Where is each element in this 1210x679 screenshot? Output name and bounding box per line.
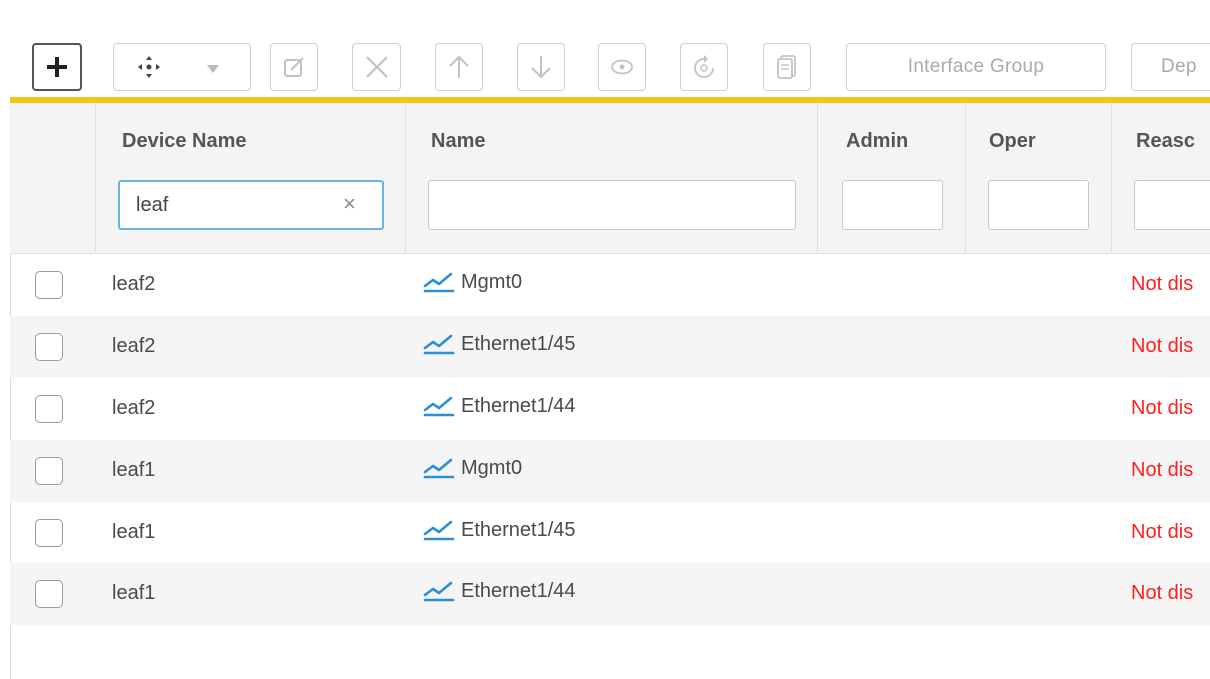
clear-icon[interactable]: × xyxy=(343,193,356,215)
reason-cell: Not dis xyxy=(1131,335,1194,357)
row-checkbox[interactable] xyxy=(35,271,63,299)
reason-cell: Not dis xyxy=(1131,521,1194,543)
move-down-button[interactable] xyxy=(517,43,565,91)
header-admin[interactable]: Admin xyxy=(846,130,908,153)
header-name[interactable]: Name xyxy=(431,130,485,153)
interface-name-cell[interactable]: Ethernet1/44 xyxy=(423,580,576,603)
oper-filter-input[interactable] xyxy=(988,180,1089,230)
interface-name-label: Ethernet1/44 xyxy=(461,395,576,417)
device-name-cell: leaf2 xyxy=(112,273,156,295)
reason-cell: Not dis xyxy=(1131,273,1194,295)
interface-name-cell[interactable]: Ethernet1/45 xyxy=(423,333,576,356)
deploy-label: Dep xyxy=(1161,56,1197,77)
delete-button[interactable] xyxy=(352,43,401,91)
chart-line-icon xyxy=(423,581,455,601)
chart-line-icon xyxy=(423,396,455,416)
table-row[interactable]: leaf2 Mgmt0 Not dis xyxy=(10,254,1210,316)
column-divider xyxy=(965,103,966,253)
device-name-cell: leaf1 xyxy=(112,582,156,604)
rediscover-button[interactable] xyxy=(680,43,728,91)
copy-icon xyxy=(777,55,796,79)
plus-icon xyxy=(47,57,67,77)
table-row[interactable]: leaf2 Ethernet1/44 Not dis xyxy=(10,378,1210,440)
interface-name-label: Ethernet1/45 xyxy=(461,519,576,541)
add-button[interactable] xyxy=(32,43,82,91)
interface-name-label: Ethernet1/45 xyxy=(461,333,576,355)
delete-icon xyxy=(365,56,388,78)
interface-group-label: Interface Group xyxy=(907,56,1045,77)
reason-cell: Not dis xyxy=(1131,582,1194,604)
interface-name-cell[interactable]: Ethernet1/44 xyxy=(423,395,576,418)
device-name-cell: leaf1 xyxy=(112,459,156,481)
move-up-icon xyxy=(449,55,469,78)
interface-name-cell[interactable]: Mgmt0 xyxy=(423,457,522,480)
table-row[interactable]: leaf2 Ethernet1/45 Not dis xyxy=(10,316,1210,378)
chart-line-icon xyxy=(423,520,455,540)
rediscover-icon xyxy=(694,55,714,78)
reason-cell: Not dis xyxy=(1131,459,1194,481)
row-checkbox[interactable] xyxy=(35,457,63,485)
row-checkbox[interactable] xyxy=(35,580,63,608)
device-name-cell: leaf2 xyxy=(112,335,156,357)
preview-button[interactable] xyxy=(598,43,646,91)
row-checkbox[interactable] xyxy=(35,395,63,423)
header-device-name[interactable]: Device Name xyxy=(122,130,247,153)
interface-name-label: Mgmt0 xyxy=(461,271,523,293)
toolbar: Interface Group Dep xyxy=(0,14,1210,100)
deploy-button[interactable]: Dep xyxy=(1131,43,1210,91)
table-row[interactable]: leaf1 Ethernet1/44 Not dis xyxy=(10,563,1210,625)
table-row[interactable]: leaf1 Mgmt0 Not dis xyxy=(10,440,1210,502)
move-up-button[interactable] xyxy=(435,43,483,91)
row-checkbox[interactable] xyxy=(35,519,63,547)
move-dropdown-button[interactable] xyxy=(113,43,251,91)
edit-icon xyxy=(284,57,304,77)
chart-line-icon xyxy=(423,334,455,354)
name-filter-input[interactable] xyxy=(428,180,796,230)
table-header xyxy=(10,103,1210,254)
interface-name-cell[interactable]: Ethernet1/45 xyxy=(423,519,576,542)
column-divider xyxy=(817,103,818,253)
move-icon xyxy=(138,56,160,78)
column-divider xyxy=(95,103,96,253)
header-oper[interactable]: Oper xyxy=(989,130,1036,153)
move-down-icon xyxy=(531,56,551,79)
header-reason[interactable]: Reasc xyxy=(1136,130,1195,153)
table-row[interactable]: leaf1 Ethernet1/45 Not dis xyxy=(10,502,1210,564)
edit-button[interactable] xyxy=(270,43,318,91)
column-divider xyxy=(405,103,406,253)
interface-name-cell[interactable]: Mgmt0 xyxy=(423,271,522,294)
interface-name-label: Mgmt0 xyxy=(461,457,523,479)
chart-line-icon xyxy=(423,272,455,292)
device-name-cell: leaf1 xyxy=(112,521,156,543)
device-name-cell: leaf2 xyxy=(112,397,156,419)
admin-filter-input[interactable] xyxy=(842,180,943,230)
copy-button[interactable] xyxy=(763,43,811,91)
chart-line-icon xyxy=(423,458,455,478)
dropdown-caret-icon xyxy=(207,65,219,73)
interface-name-label: Ethernet1/44 xyxy=(461,580,576,602)
reason-cell: Not dis xyxy=(1131,397,1194,419)
column-divider xyxy=(1111,103,1112,253)
row-checkbox[interactable] xyxy=(35,333,63,361)
interface-group-button[interactable]: Interface Group xyxy=(846,43,1106,91)
preview-icon xyxy=(611,59,633,75)
reason-filter-input[interactable] xyxy=(1134,180,1210,230)
